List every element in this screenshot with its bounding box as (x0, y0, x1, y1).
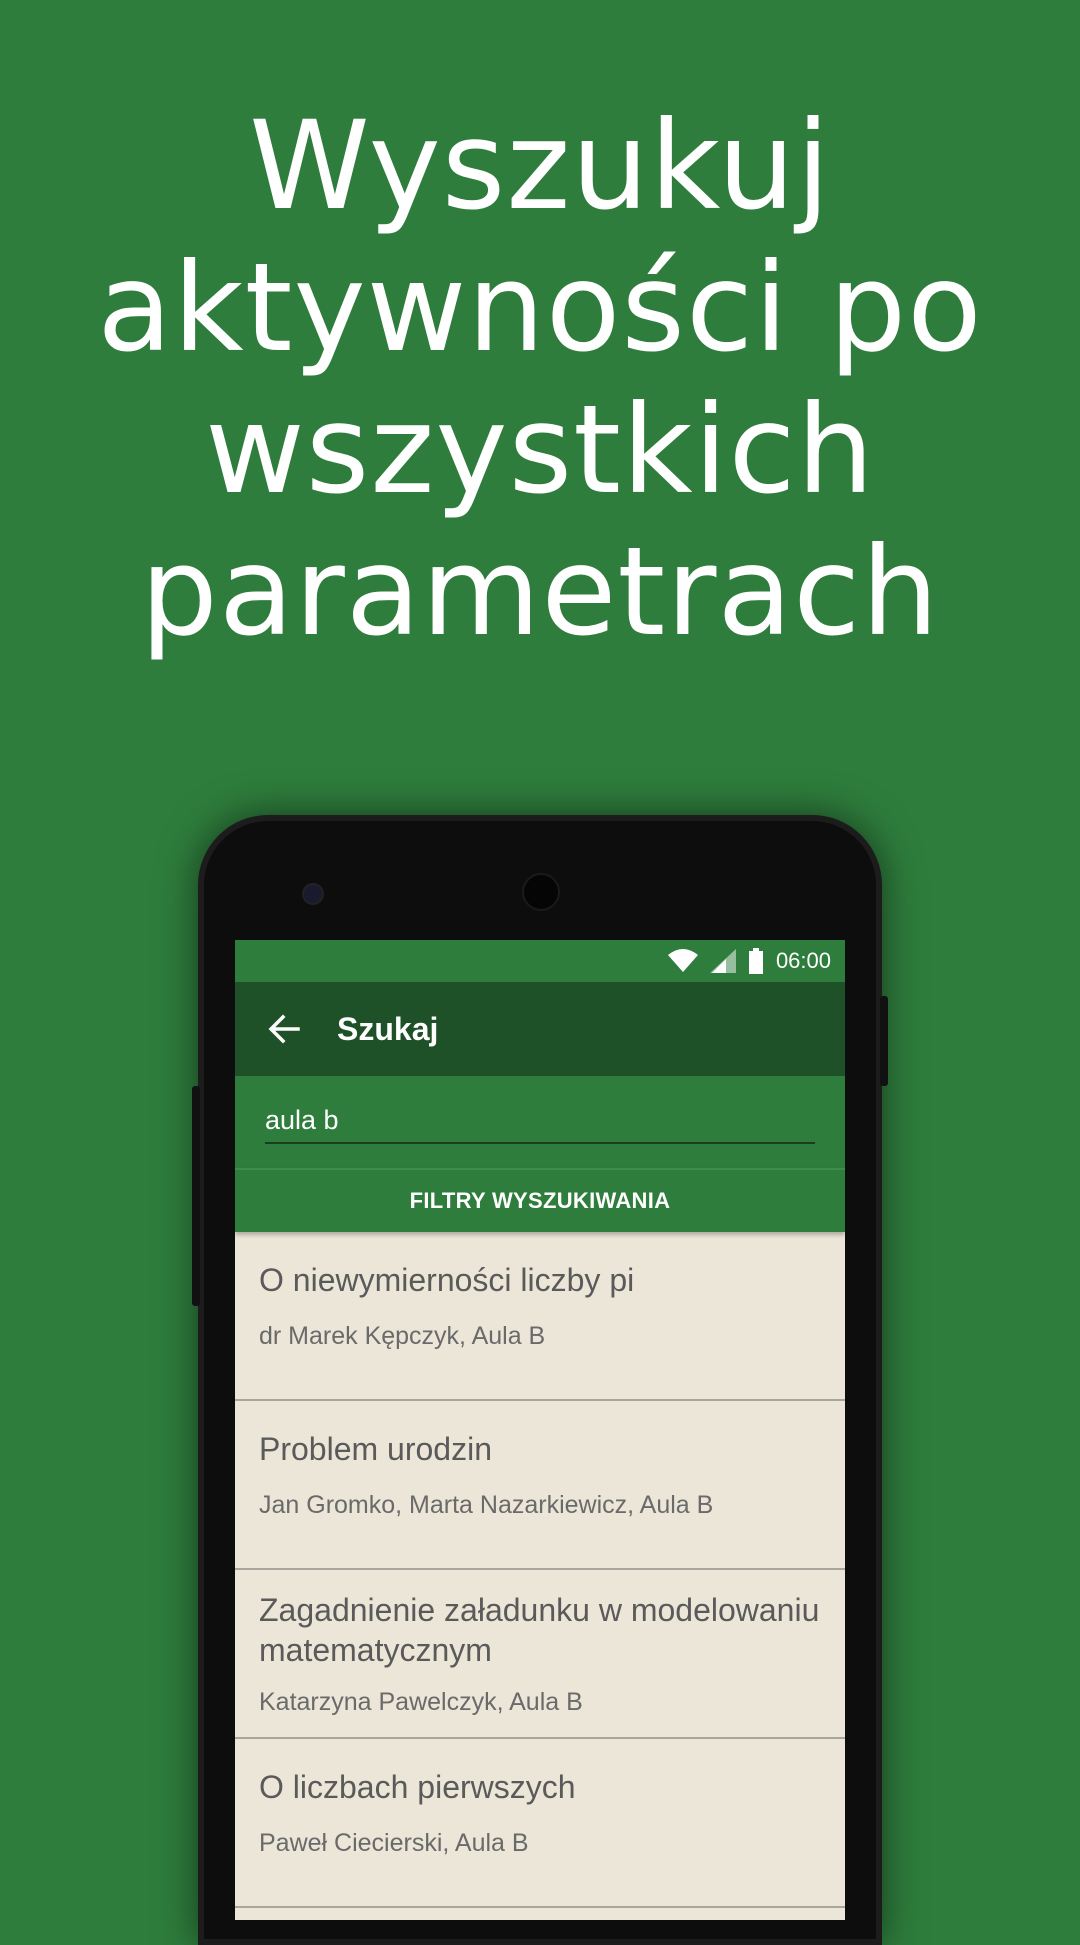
status-bar: 06:00 (235, 940, 845, 982)
arrow-left-icon (268, 1014, 300, 1044)
search-input[interactable] (265, 1098, 815, 1144)
result-title: O liczbach pierwszych (259, 1769, 576, 1805)
list-item[interactable]: O niewymierności liczby pi dr Marek Kępc… (235, 1232, 845, 1401)
result-list: O niewymierności liczby pi dr Marek Kępc… (235, 1232, 845, 1908)
front-camera-icon (522, 873, 560, 911)
result-title: O niewymierności liczby pi (259, 1262, 635, 1298)
phone-screen: 06:00 Szukaj FILTRY WYSZUKIWANIA O niewy… (235, 940, 845, 1920)
list-item[interactable]: Problem urodzin Jan Gromko, Marta Nazark… (235, 1401, 845, 1570)
sensor-icon (302, 883, 324, 905)
headline-line: Wyszukuj (249, 95, 831, 237)
back-button[interactable] (253, 982, 315, 1076)
app-bar: Szukaj (235, 982, 845, 1076)
list-item[interactable]: Zagadnienie załadunku w modelowaniu mate… (235, 1570, 845, 1739)
search-filters-button[interactable]: FILTRY WYSZUKIWANIA (235, 1168, 845, 1232)
result-title: Zagadnienie załadunku w modelowaniu mate… (259, 1592, 820, 1668)
signal-icon (709, 949, 736, 973)
search-area (235, 1076, 845, 1168)
result-subtitle: dr Marek Kępczyk, Aula B (259, 1322, 546, 1350)
headline-line: wszystkich (205, 379, 875, 521)
headline: Wyszukuj aktywności po wszystkich parame… (0, 95, 1080, 663)
result-title: Problem urodzin (259, 1431, 492, 1467)
result-subtitle: Katarzyna Pawelczyk, Aula B (259, 1688, 583, 1716)
status-time: 06:00 (775, 948, 831, 973)
page-title: Szukaj (337, 1010, 439, 1047)
power-button (880, 996, 888, 1086)
wifi-icon (667, 949, 698, 973)
result-subtitle: Paweł Ciecierski, Aula B (259, 1829, 529, 1857)
headline-line: parametrach (140, 521, 940, 663)
battery-icon (748, 948, 764, 974)
result-subtitle: Jan Gromko, Marta Nazarkiewicz, Aula B (259, 1491, 714, 1519)
list-item[interactable]: O liczbach pierwszych Paweł Ciecierski, … (235, 1739, 845, 1908)
volume-button (192, 1086, 200, 1306)
headline-line: aktywności po (97, 237, 983, 379)
